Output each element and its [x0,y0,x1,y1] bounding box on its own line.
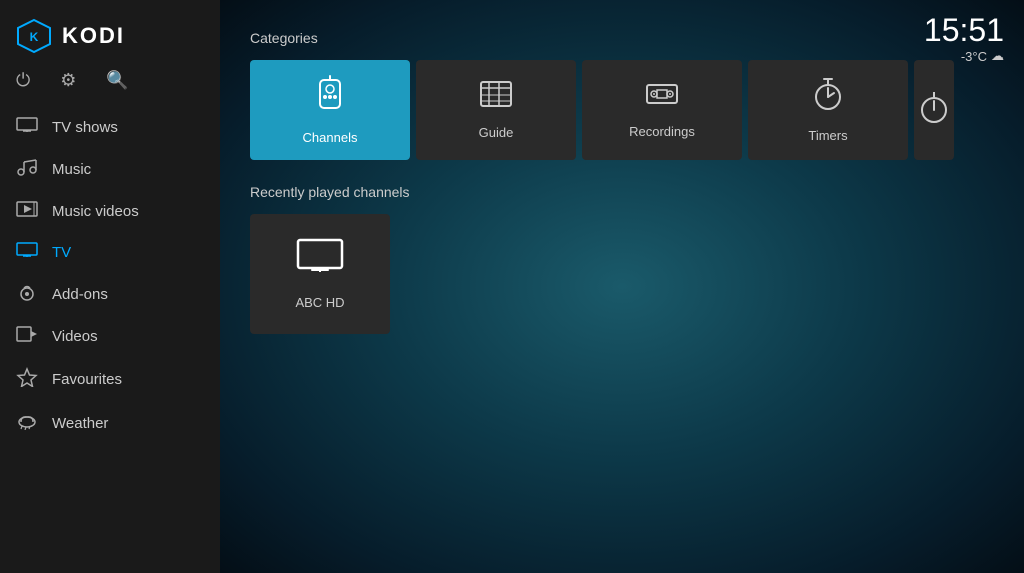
timers-tile-label: Timers [808,128,847,143]
sidebar-label-tv-shows: TV shows [52,119,118,136]
sidebar-item-favourites[interactable]: Favourites [0,357,220,402]
sidebar-label-videos: Videos [52,328,98,345]
logo-area: K KODI [0,0,220,64]
clock-time: 15:51 [924,14,1004,46]
channels-tile-label: Channels [303,130,358,145]
sidebar-label-music: Music [52,161,91,178]
videos-icon [16,326,38,347]
settings-icon[interactable]: ⚙ [60,70,76,91]
sidebar: K KODI ⏻ ⚙ 🔍 TV shows [0,0,220,573]
category-recordings[interactable]: Recordings [582,60,742,160]
sidebar-item-add-ons[interactable]: Add-ons [0,273,220,316]
recordings-tile-label: Recordings [629,124,695,139]
categories-row: Channels Guide [250,60,994,160]
app-title: KODI [62,23,125,49]
main-content: 15:51 -3°C ☁ Categories Channels [220,0,1024,573]
music-videos-icon [16,201,38,222]
tv-screen-icon [296,238,344,283]
nav-menu: TV shows Music [0,107,220,573]
weather-cloud-icon: ☁ [991,48,1004,64]
recently-played-label: Recently played channels [250,184,994,200]
channels-row: ABC HD [250,214,994,334]
channel-abc-hd[interactable]: ABC HD [250,214,390,334]
svg-text:K: K [30,30,39,44]
category-channels[interactable]: Channels [250,60,410,160]
sidebar-item-music-videos[interactable]: Music videos [0,191,220,232]
sidebar-item-tv[interactable]: TV [0,232,220,273]
sidebar-item-weather[interactable]: Weather [0,402,220,445]
addon-icon [16,283,38,306]
top-icons-bar: ⏻ ⚙ 🔍 [0,64,220,107]
clock-area: 15:51 -3°C ☁ [924,14,1004,64]
guide-tile-label: Guide [479,125,514,140]
weather-icon [16,412,38,435]
power-icon[interactable]: ⏻ [16,70,30,91]
tv-icon [16,242,38,263]
categories-label: Categories [250,30,994,46]
recordings-icon [645,81,679,114]
category-partial[interactable] [914,60,954,160]
sidebar-label-weather: Weather [52,415,108,432]
kodi-logo-icon: K [16,18,52,54]
category-guide[interactable]: Guide [416,60,576,160]
sidebar-item-music[interactable]: Music [0,148,220,191]
sidebar-label-tv: TV [52,244,71,261]
timer2-icon [920,90,948,131]
sidebar-item-tv-shows[interactable]: TV shows [0,107,220,148]
temperature-display: -3°C [961,49,987,64]
sidebar-item-videos[interactable]: Videos [0,316,220,357]
tv-shows-icon [16,117,38,138]
star-icon [16,367,38,392]
timer-icon [814,77,842,118]
category-timers[interactable]: Timers [748,60,908,160]
music-icon [16,158,38,181]
clock-weather: -3°C ☁ [924,48,1004,64]
remote-icon [315,75,345,120]
channel-label: ABC HD [295,295,344,310]
search-icon[interactable]: 🔍 [106,70,128,91]
sidebar-label-music-videos: Music videos [52,203,139,220]
sidebar-label-add-ons: Add-ons [52,286,108,303]
guide-icon [479,80,513,115]
sidebar-label-favourites: Favourites [52,371,122,388]
